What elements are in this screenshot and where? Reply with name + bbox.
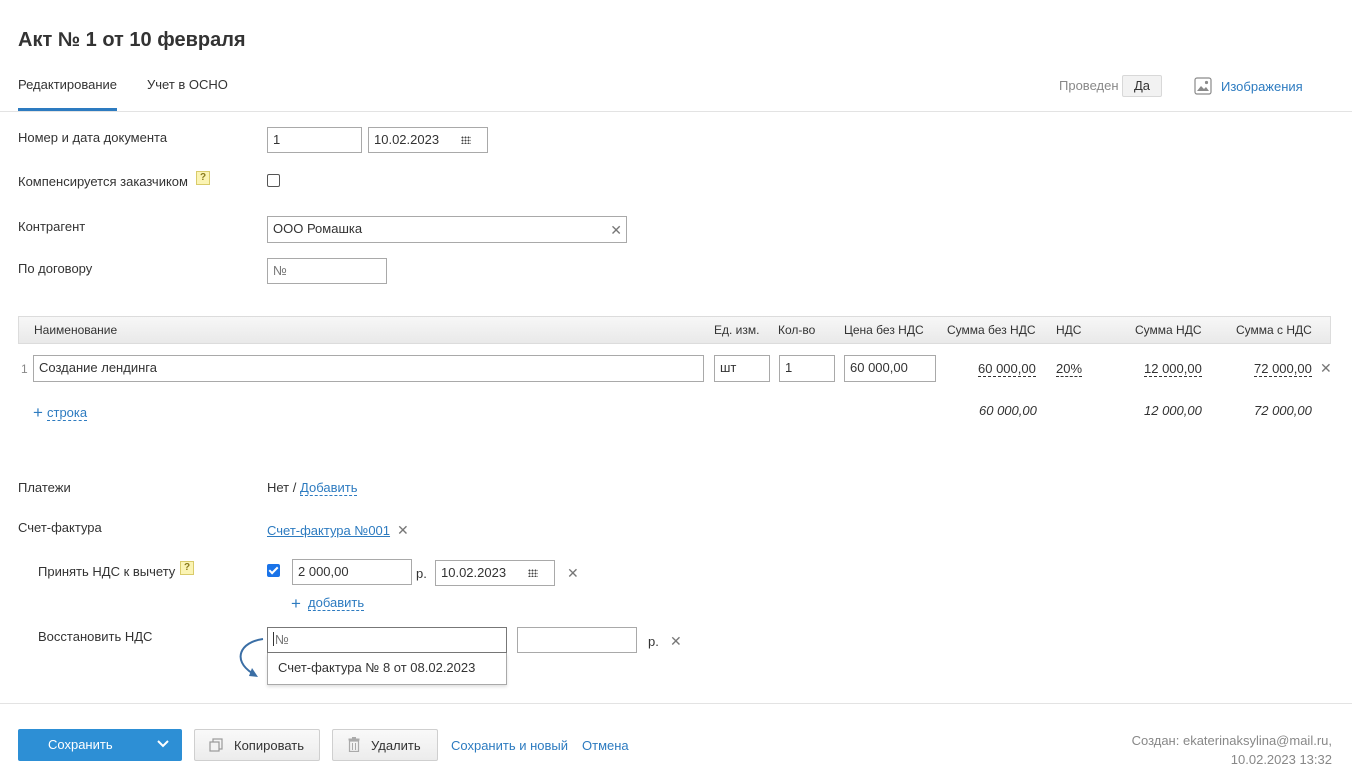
created-by: Создан: ekaterinaksylina@mail.ru, bbox=[1131, 733, 1332, 748]
posted-toggle-button[interactable]: Да bbox=[1122, 75, 1162, 97]
vat-restore-invoice-input[interactable]: № bbox=[267, 627, 507, 653]
item-sum-no-vat-value: 60 000,00 bbox=[978, 361, 1036, 377]
column-header-qty: Кол-во bbox=[778, 323, 816, 337]
item-name-input[interactable]: Создание лендинга bbox=[33, 355, 704, 382]
contract-placeholder: № bbox=[273, 263, 287, 278]
calendar-icon[interactable] bbox=[461, 136, 471, 144]
curved-arrow-icon bbox=[232, 636, 268, 680]
add-row-label: строка bbox=[47, 405, 88, 421]
header-divider bbox=[0, 111, 1352, 112]
vat-deduction-date-value: 10.02.2023 bbox=[441, 565, 507, 580]
copy-button-label: Копировать bbox=[234, 738, 304, 753]
delete-button[interactable]: Удалить bbox=[332, 729, 438, 761]
item-vat-rate-value: 20% bbox=[1056, 361, 1083, 377]
remove-deduction-icon[interactable]: ✕ bbox=[567, 566, 579, 580]
posted-label: Проведен bbox=[1059, 78, 1119, 93]
add-deduction-label: добавить bbox=[308, 595, 365, 611]
copy-icon bbox=[209, 738, 223, 755]
vat-restore-invoice-placeholder: № bbox=[275, 632, 289, 647]
doc-date-input[interactable]: 10.02.2023 bbox=[368, 127, 488, 153]
add-payment-link[interactable]: Добавить bbox=[300, 480, 358, 496]
item-total[interactable]: 72 000,00 bbox=[1254, 361, 1312, 377]
page-title: Акт № 1 от 10 февраля bbox=[18, 29, 246, 51]
row-index: 1 bbox=[21, 362, 28, 376]
doc-date-value: 10.02.2023 bbox=[374, 132, 440, 147]
column-header-price: Цена без НДС bbox=[844, 323, 924, 337]
payments-value: Нет bbox=[267, 480, 290, 495]
item-vat-rate[interactable]: 20% bbox=[1056, 361, 1083, 377]
item-total-value: 72 000,00 bbox=[1254, 361, 1312, 377]
plus-icon[interactable]: + bbox=[291, 595, 301, 612]
column-header-sum-no-vat: Сумма без НДС bbox=[947, 323, 1036, 337]
column-header-unit: Ед. изм. bbox=[714, 323, 760, 337]
help-icon[interactable]: ? bbox=[180, 561, 194, 575]
compensated-checkbox[interactable] bbox=[267, 174, 280, 187]
item-price-input[interactable]: 60 000,00 bbox=[844, 355, 936, 382]
invoice-link[interactable]: Счет-фактура №001 bbox=[267, 523, 390, 538]
item-unit-input[interactable]: шт bbox=[714, 355, 770, 382]
item-vat-sum[interactable]: 12 000,00 bbox=[1144, 361, 1202, 377]
vat-restore-amount-input[interactable] bbox=[517, 627, 637, 653]
column-header-name: Наименование bbox=[34, 323, 118, 337]
invoice-suggestion-dropdown: Счет-фактура № 8 от 08.02.2023 bbox=[267, 653, 507, 685]
image-icon[interactable] bbox=[1194, 77, 1212, 95]
remove-restore-icon[interactable]: ✕ bbox=[670, 634, 682, 648]
trash-icon bbox=[348, 737, 360, 755]
calendar-icon[interactable] bbox=[528, 569, 538, 577]
vat-restore-currency: р. bbox=[648, 634, 659, 649]
contract-input[interactable]: № bbox=[267, 258, 387, 284]
counterparty-label: Контрагент bbox=[18, 219, 86, 234]
clear-icon[interactable]: ✕ bbox=[610, 223, 622, 237]
vat-deduction-currency: р. bbox=[416, 566, 427, 581]
help-icon[interactable]: ? bbox=[196, 171, 210, 185]
contract-label: По договору bbox=[18, 261, 93, 276]
payments-label: Платежи bbox=[18, 480, 71, 495]
created-info: Создан: ekaterinaksylina@mail.ru, 10.02.… bbox=[1132, 731, 1332, 769]
compensated-label: Компенсируется заказчиком bbox=[18, 174, 188, 189]
item-qty-input[interactable]: 1 bbox=[779, 355, 835, 382]
vat-deduction-amount-input[interactable]: 2 000,00 bbox=[292, 559, 412, 585]
vat-deduction-label: Принять НДС к вычету bbox=[38, 564, 176, 579]
remove-row-icon[interactable]: ✕ bbox=[1320, 361, 1332, 375]
vat-deduction-checkbox[interactable] bbox=[267, 564, 280, 577]
column-header-vat-sum: Сумма НДС bbox=[1135, 323, 1202, 337]
vat-restore-label: Восстановить НДС bbox=[38, 629, 153, 644]
vat-deduction-date-input[interactable]: 10.02.2023 bbox=[435, 560, 555, 586]
add-row-link[interactable]: строка bbox=[47, 405, 88, 421]
footer-divider bbox=[0, 703, 1352, 704]
delete-button-label: Удалить bbox=[371, 738, 421, 753]
add-deduction-link[interactable]: добавить bbox=[308, 595, 365, 611]
invoice-label: Счет-фактура bbox=[18, 520, 102, 535]
total-sum: 72 000,00 bbox=[1254, 403, 1312, 418]
doc-number-date-label: Номер и дата документа bbox=[18, 130, 168, 145]
remove-invoice-icon[interactable]: ✕ bbox=[397, 523, 409, 537]
copy-button[interactable]: Копировать bbox=[194, 729, 320, 761]
payments-separator: / bbox=[292, 480, 297, 495]
counterparty-input[interactable]: ООО Ромашка ✕ bbox=[267, 216, 627, 243]
created-at: 10.02.2023 13:32 bbox=[1230, 752, 1332, 767]
chevron-down-icon[interactable] bbox=[156, 738, 172, 750]
item-sum-no-vat[interactable]: 60 000,00 bbox=[978, 361, 1036, 377]
invoice-suggestion-item[interactable]: Счет-фактура № 8 от 08.02.2023 bbox=[278, 660, 475, 675]
cancel-link[interactable]: Отмена bbox=[582, 738, 629, 753]
tab-editing[interactable]: Редактирование bbox=[18, 77, 117, 92]
item-vat-sum-value: 12 000,00 bbox=[1144, 361, 1202, 377]
plus-icon[interactable]: + bbox=[33, 404, 43, 421]
save-button[interactable]: Сохранить bbox=[18, 729, 182, 761]
text-cursor bbox=[273, 632, 274, 646]
save-and-new-link[interactable]: Сохранить и новый bbox=[451, 738, 568, 753]
doc-number-input[interactable]: 1 bbox=[267, 127, 362, 153]
total-sum-no-vat: 60 000,00 bbox=[979, 403, 1037, 418]
column-header-total: Сумма с НДС bbox=[1236, 323, 1312, 337]
images-link[interactable]: Изображения bbox=[1221, 79, 1303, 94]
payments-value-row: Нет / Добавить bbox=[267, 480, 358, 496]
column-header-vat: НДС bbox=[1056, 323, 1082, 337]
tab-osno-accounting[interactable]: Учет в ОСНО bbox=[147, 77, 228, 92]
save-button-label: Сохранить bbox=[48, 737, 113, 752]
total-vat-sum: 12 000,00 bbox=[1144, 403, 1202, 418]
counterparty-value: ООО Ромашка bbox=[273, 221, 363, 236]
